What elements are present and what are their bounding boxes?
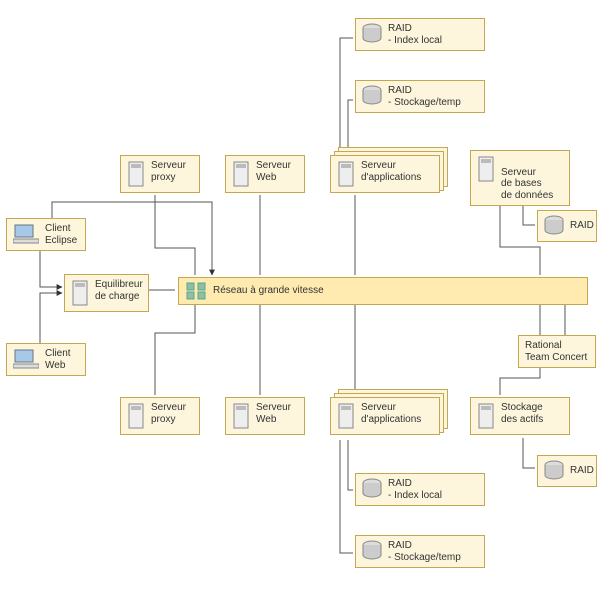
server-icon [337, 160, 355, 188]
rtc-label: Rational Team Concert [525, 340, 587, 363]
raid-label: RAID [570, 465, 594, 477]
disk-icon [544, 215, 564, 237]
server-database: Serveurde bases de données [470, 150, 570, 206]
server-icon [232, 402, 250, 430]
load-balancer-label: Equilibreur de charge [95, 279, 143, 302]
server-icon [127, 160, 145, 188]
client-label: Client Web [45, 348, 71, 371]
hub-icon [185, 281, 207, 301]
raid-label: RAID - Stockage/temp [388, 85, 461, 108]
client-label: Client Eclipse [45, 223, 77, 246]
rational-team-concert: Rational Team Concert [518, 335, 596, 368]
server-label: Serveur proxy [151, 160, 186, 183]
server-label: Serveur Web [256, 402, 291, 425]
server-label: Serveurde bases de données [501, 155, 553, 201]
raid-index-local-bottom: RAID - Index local [355, 473, 485, 506]
hub-label: Réseau à grande vitesse [213, 285, 324, 297]
raid-stockage-temp-bottom: RAID - Stockage/temp [355, 535, 485, 568]
raid-label: RAID - Index local [388, 23, 442, 46]
client-web: Client Web [6, 343, 86, 376]
raid-stockage-temp-top: RAID - Stockage/temp [355, 80, 485, 113]
client-icon [13, 223, 39, 245]
server-icon [71, 279, 89, 307]
raid-label: RAID - Index local [388, 478, 442, 501]
client-eclipse: Client Eclipse [6, 218, 86, 251]
raid-index-local-top: RAID - Index local [355, 18, 485, 51]
server-label: Serveur Web [256, 160, 291, 183]
server-proxy-bottom: Serveur proxy [120, 397, 200, 435]
disk-icon [362, 540, 382, 562]
disk-icon [362, 85, 382, 107]
raid-label: RAID - Stockage/temp [388, 540, 461, 563]
raid-assets: RAID [537, 455, 597, 487]
server-applications-bottom: Serveur d'applications [330, 397, 440, 435]
server-label: Serveur d'applications [361, 402, 421, 425]
raid-db: RAID [537, 210, 597, 242]
disk-icon [362, 478, 382, 500]
server-web-top: Serveur Web [225, 155, 305, 193]
server-icon [337, 402, 355, 430]
server-icon [477, 155, 495, 183]
client-icon [13, 348, 39, 370]
load-balancer: Equilibreur de charge [64, 274, 149, 312]
asset-storage: Stockage des actifs [470, 397, 570, 435]
server-web-bottom: Serveur Web [225, 397, 305, 435]
server-applications-top: Serveur d'applications [330, 155, 440, 193]
server-proxy-top: Serveur proxy [120, 155, 200, 193]
server-label: Serveur proxy [151, 402, 186, 425]
raid-label: RAID [570, 220, 594, 232]
disk-icon [362, 23, 382, 45]
high-speed-network: Réseau à grande vitesse [178, 277, 588, 305]
server-icon [477, 402, 495, 430]
server-icon [127, 402, 145, 430]
storage-label: Stockage des actifs [501, 402, 543, 425]
server-icon [232, 160, 250, 188]
server-label: Serveur d'applications [361, 160, 421, 183]
disk-icon [544, 460, 564, 482]
